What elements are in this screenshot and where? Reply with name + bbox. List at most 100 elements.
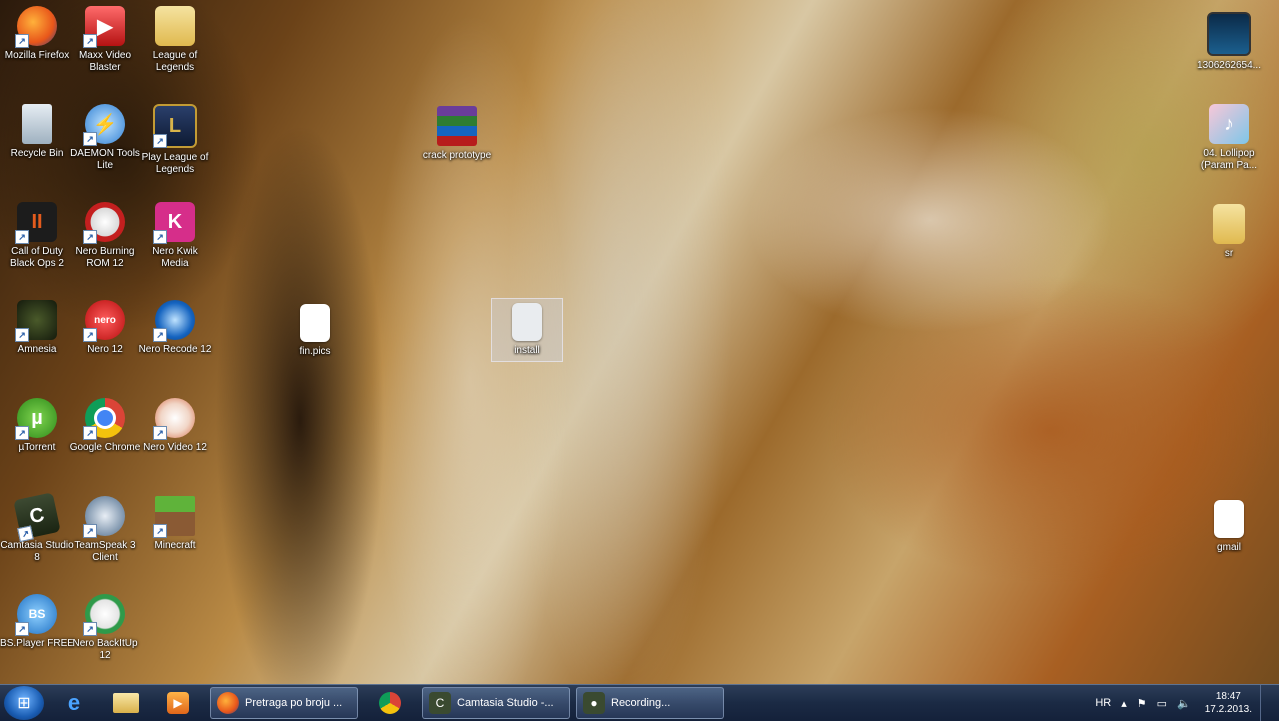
firefox-icon: ↗: [15, 6, 57, 48]
firefox-icon: [217, 692, 239, 714]
camtasia-icon: C: [429, 692, 451, 714]
desktop-icon-label: µTorrent: [18, 442, 56, 453]
desktop-icon-label: Nero BackItUp 12: [72, 638, 138, 661]
desktop-icon-label: 1306262654...: [1197, 60, 1261, 71]
desktop-icon-chrome[interactable]: ↗ Google Chrome: [68, 398, 142, 454]
desktop-icon-crack-prototype[interactable]: crack prototype: [420, 106, 494, 162]
desktop-icon-teamspeak[interactable]: ↗ TeamSpeak 3 Client: [68, 496, 142, 564]
windows-logo-icon: ⊞: [17, 695, 31, 712]
desktop-icon-fin-pics[interactable]: fin.pics: [278, 304, 352, 358]
desktop-icon-label: Google Chrome: [69, 442, 141, 453]
desktop-icon-label: League of Legends: [152, 50, 198, 73]
media-player-icon: ▶: [167, 692, 189, 714]
task-recording[interactable]: ● Recording...: [576, 687, 724, 719]
desktop-icon-nero12[interactable]: nero ↗ Nero 12: [68, 300, 142, 356]
desktop-icon-install[interactable]: install: [491, 298, 563, 362]
desktop-icon-label: Nero Recode 12: [138, 344, 212, 355]
pinned-chrome[interactable]: [368, 687, 412, 719]
clock-time: 18:47: [1215, 691, 1241, 702]
task-camtasia[interactable]: C Camtasia Studio -...: [422, 687, 570, 719]
task-label: Recording...: [611, 697, 671, 709]
camtasia-icon: C ↗: [13, 492, 61, 543]
desktop-icon-label: install: [514, 345, 540, 356]
desktop-icon-firefox[interactable]: ↗ Mozilla Firefox: [0, 6, 74, 62]
internet-explorer-icon: e: [67, 690, 81, 715]
music-icon: ♪: [1209, 104, 1249, 144]
file-icon: [512, 303, 542, 341]
desktop-icon-lollipop[interactable]: ♪ 04. Lollipop (Param Pa...: [1192, 104, 1266, 172]
archive-icon: [437, 106, 477, 146]
desktop-icon-play-league[interactable]: L ↗ Play League of Legends: [138, 104, 212, 176]
desktop-icon-recycle-bin[interactable]: Recycle Bin: [0, 104, 74, 160]
desktop-icon-label: TeamSpeak 3 Client: [74, 540, 136, 563]
desktop-icon-label: Call of Duty Black Ops 2: [10, 246, 64, 269]
taskbar: ⊞ e ▶ Pretraga po broju ... C Camtasia S…: [0, 684, 1279, 721]
video-icon: ▶ ↗: [83, 6, 125, 48]
system-tray: HR ▴ ⚑ ▭ 🔈 18:47 17.2.2013.: [1085, 685, 1273, 721]
desktop-icon-nero-burning[interactable]: ↗ Nero Burning ROM 12: [68, 202, 142, 270]
game-icon: II ↗: [15, 202, 57, 244]
chrome-icon: [379, 692, 401, 714]
desktop-icon-label: sr: [1224, 248, 1234, 259]
desktop-icon-daemon-tools[interactable]: ⚡ ↗ DAEMON Tools Lite: [68, 104, 142, 172]
clock-date: 17.2.2013.: [1204, 704, 1252, 715]
desktop-icon-label: Nero Kwik Media: [152, 246, 198, 269]
network-icon[interactable]: ▭: [1157, 697, 1167, 710]
desktop-icon-league-folder[interactable]: League of Legends: [138, 6, 212, 74]
desktop-icon-nero-backitup[interactable]: ↗ Nero BackItUp 12: [68, 594, 142, 662]
action-center-flag-icon[interactable]: ⚑: [1137, 697, 1147, 710]
folder-icon: [1213, 204, 1245, 244]
start-button[interactable]: ⊞: [4, 686, 44, 720]
desktop-icon-label: Mozilla Firefox: [4, 50, 70, 61]
desktop-icon-label: Play League of Legends: [141, 152, 209, 175]
desktop-icon-maxx-video[interactable]: ▶ ↗ Maxx Video Blaster: [68, 6, 142, 74]
pinned-media-player[interactable]: ▶: [156, 687, 200, 719]
desktop-icon-label: Nero 12: [87, 344, 123, 355]
desktop-icon-label: Nero Video 12: [143, 442, 207, 453]
volume-icon[interactable]: 🔈: [1177, 697, 1191, 710]
chrome-icon: ↗: [83, 398, 125, 440]
desktop-icon-label: DAEMON Tools Lite: [70, 148, 140, 171]
desktop-icon-label: Amnesia: [17, 344, 57, 355]
desktop-icon-label: Minecraft: [154, 540, 196, 551]
desktop-icon-nero-recode[interactable]: ↗ Nero Recode 12: [138, 300, 212, 356]
show-hidden-icons-arrow-icon[interactable]: ▴: [1121, 697, 1127, 710]
desktop-icon-label: 04. Lollipop (Param Pa...: [1200, 148, 1258, 171]
show-desktop-button[interactable]: [1260, 685, 1273, 721]
utorrent-icon: µ ↗: [15, 398, 57, 440]
daemon-tools-icon: ⚡ ↗: [83, 104, 125, 146]
pinned-explorer[interactable]: [104, 687, 148, 719]
desktop-icon-label: Camtasia Studio 8: [0, 540, 74, 563]
desktop-icon-nero-video[interactable]: ↗ Nero Video 12: [138, 398, 212, 454]
clock[interactable]: 18:47 17.2.2013.: [1205, 690, 1252, 716]
task-firefox[interactable]: Pretraga po broju ...: [210, 687, 358, 719]
language-indicator[interactable]: HR: [1095, 697, 1111, 709]
recorder-icon: ●: [583, 692, 605, 714]
minecraft-icon: ↗: [153, 496, 195, 538]
task-label: Pretraga po broju ...: [245, 697, 343, 709]
desktop-icon-label: fin.pics: [299, 346, 331, 357]
recycle-bin-icon: [22, 104, 52, 144]
teamspeak-icon: ↗: [83, 496, 125, 538]
nero-icon: ↗: [83, 202, 125, 244]
desktop-icon-utorrent[interactable]: µ ↗ µTorrent: [0, 398, 74, 454]
video-thumb-icon: [1207, 12, 1251, 56]
desktop-icon-camtasia[interactable]: C ↗ Camtasia Studio 8: [0, 492, 74, 564]
desktop-icon-video-file[interactable]: 1306262654...: [1192, 12, 1266, 72]
nero-icon: nero ↗: [83, 300, 125, 342]
folder-icon: [113, 693, 139, 713]
amnesia-icon: ↗: [15, 300, 57, 342]
desktop-icon-minecraft[interactable]: ↗ Minecraft: [138, 496, 212, 552]
desktop-icon-sr-folder[interactable]: sr: [1192, 204, 1266, 260]
desktop-icon-amnesia[interactable]: ↗ Amnesia: [0, 300, 74, 356]
desktop-icon-bsplayer[interactable]: BS ↗ BS.Player FREE: [0, 594, 74, 650]
desktop-icon-call-of-duty[interactable]: II ↗ Call of Duty Black Ops 2: [0, 202, 74, 270]
desktop-icon-kwik-media[interactable]: K ↗ Nero Kwik Media: [138, 202, 212, 270]
file-icon: [1214, 500, 1244, 538]
desktop-icon-label: Recycle Bin: [10, 148, 64, 159]
pinned-internet-explorer[interactable]: e: [52, 687, 96, 719]
desktop-icon-gmail[interactable]: gmail: [1192, 500, 1266, 554]
nero-video-icon: ↗: [153, 398, 195, 440]
desktop-icon-label: crack prototype: [422, 150, 492, 161]
kwik-icon: K ↗: [153, 202, 195, 244]
